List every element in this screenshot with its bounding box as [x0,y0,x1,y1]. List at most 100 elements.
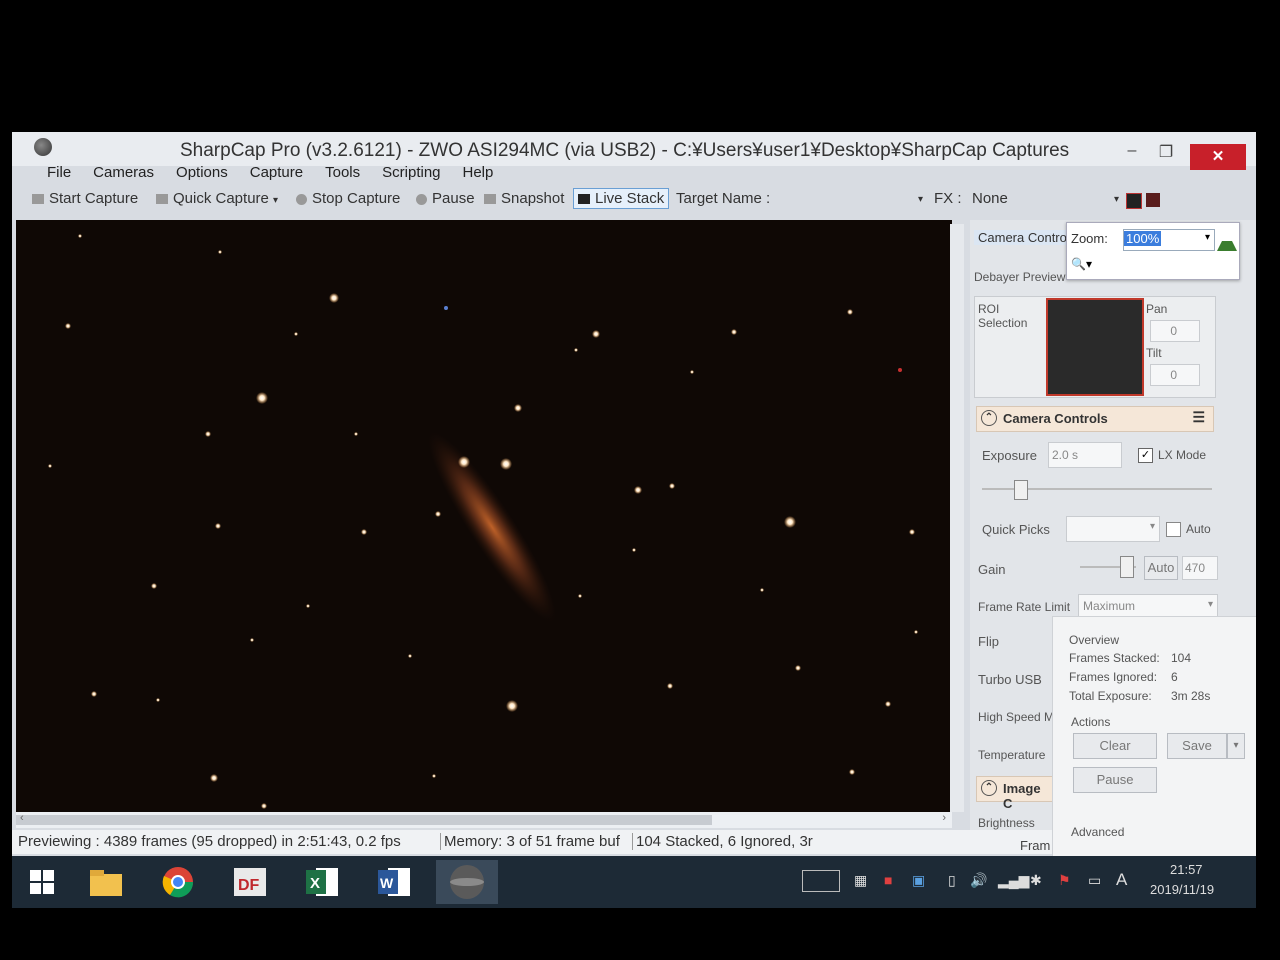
brightness-label: Brightness [978,816,1035,830]
menu-cameras[interactable]: Cameras [82,164,165,186]
camera-icon [484,194,496,205]
keyboard-icon[interactable] [802,870,840,892]
star-field-image [48,234,918,809]
fx-dropdown-icon[interactable]: ▾ [1114,194,1119,205]
turbo-usb-label: Turbo USB [978,672,1042,687]
camera-control-tab[interactable]: Camera Contro [974,230,1071,245]
exposure-label: Exposure [982,448,1037,463]
horizontal-scrollbar[interactable]: ‹ › [16,812,952,828]
camera-controls-header[interactable]: ⌃ Camera Controls ☰ [976,406,1214,432]
zoom-tool-icon[interactable]: 🔍▾ [1071,257,1092,271]
quick-capture-icon [156,194,168,205]
pause-button[interactable]: Pause [416,190,475,207]
display-icon[interactable]: ▭ [1088,872,1101,889]
menu-options[interactable]: Options [165,164,239,186]
lx-mode-checkbox[interactable]: ✓ [1138,448,1153,463]
quick-picks-select[interactable]: ▾ [1066,516,1160,542]
close-button[interactable]: ✕ [1190,144,1246,170]
df-app-icon[interactable]: DF [230,864,270,900]
quick-picks-auto-checkbox[interactable] [1166,522,1181,537]
svg-text:W: W [380,875,394,891]
camera-controls-title: Camera Controls [1003,411,1108,426]
save-dropdown-icon[interactable]: ▾ [1227,733,1245,759]
quick-capture-button[interactable]: Quick Capture ▾ [156,190,278,207]
battery-icon[interactable]: ▯ [948,872,956,889]
hamburger-menu-icon[interactable]: ☰ [1192,409,1205,426]
menu-file[interactable]: File [36,164,82,186]
menu-tools[interactable]: Tools [314,164,371,186]
snapshot-button[interactable]: Snapshot [484,190,564,207]
collapse-icon[interactable]: ⌃ [981,780,997,796]
volume-icon[interactable]: 🔊 [970,872,987,889]
roi-preview[interactable] [1046,298,1144,396]
exposure-value: 2.0 s [1052,448,1079,462]
menu-bar: File Cameras Options Capture Tools Scrip… [36,164,504,186]
menu-scripting[interactable]: Scripting [371,164,451,186]
image-controls-header[interactable]: ⌃ Image C [976,776,1054,811]
debayer-preview-label: Debayer Preview [974,270,1066,284]
scroll-left-icon[interactable]: ‹ [20,812,24,824]
save-button[interactable]: Save [1167,733,1227,759]
fx-label: FX : [934,190,962,207]
horizontal-scroll-thumb[interactable] [16,815,712,825]
image-controls-title: Image C [1003,781,1041,811]
live-stack-button[interactable]: Live Stack [573,188,670,209]
pan-input[interactable]: 0 [1150,320,1200,342]
toolbar: Start Capture Quick Capture ▾ Stop Captu… [30,188,1250,214]
overview-label: Overview [1069,633,1120,647]
chevron-down-icon[interactable]: ▾ [273,195,278,206]
flag-icon[interactable]: ⚑ [1058,872,1071,889]
roi-selection-label: ROI Selection [978,302,1028,330]
tilt-label: Tilt [1146,346,1162,360]
zoom-select[interactable]: 100% ▾ [1123,229,1215,251]
file-explorer-icon[interactable] [86,864,126,900]
histogram-icon[interactable] [1146,193,1160,207]
ime-indicator[interactable]: A [1116,870,1127,890]
zoom-label: Zoom: [1071,231,1108,246]
bluetooth-icon[interactable]: ✱ [1030,872,1042,889]
signal-icon[interactable]: ▂▄▆ [998,872,1029,889]
gain-auto-button[interactable]: Auto [1144,556,1178,580]
clock-time[interactable]: 21:57 [1170,862,1203,877]
tilt-input[interactable]: 0 [1150,364,1200,386]
svg-text:X: X [310,875,320,892]
galaxy [428,432,556,622]
maximize-button[interactable]: ❐ [1146,142,1186,164]
record-icon[interactable] [1126,193,1142,209]
start-capture-button[interactable]: Start Capture [32,190,138,207]
stop-capture-button[interactable]: Stop Capture [296,190,400,207]
pause-stack-button[interactable]: Pause [1073,767,1157,793]
pdf-tray-icon[interactable]: ■ [884,872,892,888]
frames-ignored-label: Frames Ignored: [1069,670,1158,684]
fx-select[interactable]: None [972,190,1118,207]
tray-app-icon[interactable]: ▦ [854,872,867,889]
gain-value: 470 [1185,561,1206,575]
exposure-input[interactable]: 2.0 s [1048,442,1122,468]
pause-icon [416,193,427,205]
vertical-scrollbar[interactable] [950,224,964,812]
scroll-right-icon[interactable]: › [942,812,946,824]
menu-help[interactable]: Help [452,164,505,186]
frames-ignored-value: 6 [1171,670,1178,684]
word-icon[interactable]: W [374,864,414,900]
excel-icon[interactable]: X [302,864,342,900]
gain-input[interactable]: 470 [1182,556,1218,580]
advanced-label[interactable]: Advanced [1071,825,1124,839]
exposure-slider-thumb[interactable] [1014,480,1028,500]
clock-date[interactable]: 2019/11/19 [1150,882,1214,897]
collapse-icon[interactable]: ⌃ [981,410,997,426]
image-viewport[interactable] [16,220,952,812]
histogram-tool-icon[interactable] [1217,231,1237,251]
snapshot-label: Snapshot [501,190,565,207]
frame-rate-limit-select[interactable]: Maximum ▾ [1078,594,1218,618]
network-tray-icon[interactable]: ▣ [912,872,925,889]
start-capture-icon [32,194,44,205]
menu-capture[interactable]: Capture [239,164,314,186]
target-name-dropdown-icon[interactable]: ▾ [918,194,923,205]
chrome-icon[interactable] [158,864,198,900]
target-name-input[interactable] [782,190,932,210]
windows-start-icon[interactable] [22,864,62,900]
clear-button[interactable]: Clear [1073,733,1157,759]
sharpcap-taskbar-icon[interactable] [436,860,498,904]
gain-slider-thumb[interactable] [1120,556,1134,578]
